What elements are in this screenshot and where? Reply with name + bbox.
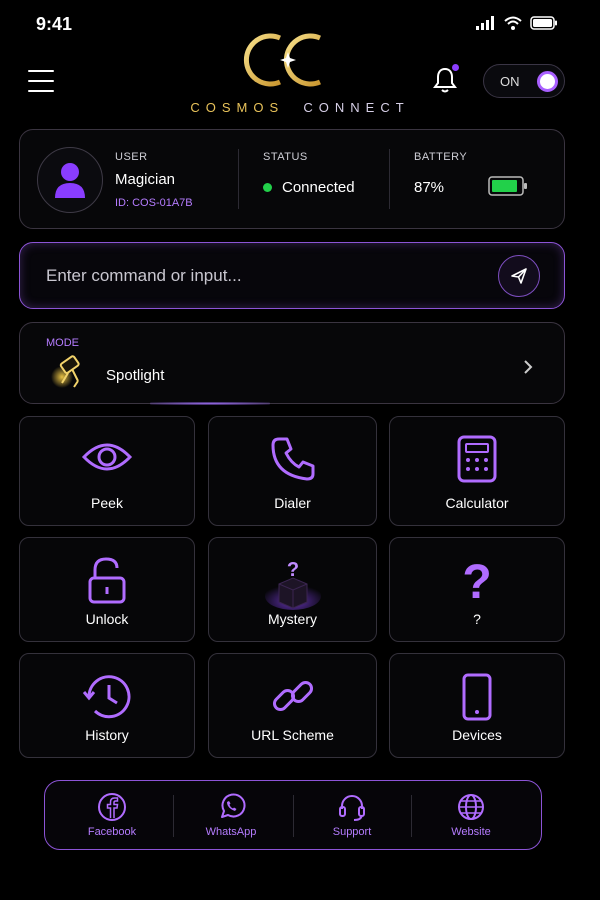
toggle-knob: [537, 71, 558, 92]
nav-label: Website: [451, 826, 491, 838]
brand-word-1: COSMOS: [190, 100, 285, 115]
user-label: USER: [115, 151, 148, 163]
mystery-box-icon: ?: [264, 559, 321, 610]
history-icon: [82, 675, 131, 719]
tile-url-scheme[interactable]: URL Scheme: [208, 653, 377, 758]
tile-label: Dialer: [274, 495, 311, 511]
tile-label: Calculator: [445, 495, 509, 511]
user-id: ID: COS-01A7B: [115, 197, 193, 209]
divider: [173, 795, 174, 837]
eye-icon: [81, 443, 133, 471]
power-toggle[interactable]: ON: [483, 64, 565, 98]
user-icon: [55, 163, 85, 198]
tile-label: URL Scheme: [251, 727, 334, 743]
mode-selector[interactable]: [19, 322, 565, 404]
link-icon: [272, 680, 313, 712]
status-value: Connected: [282, 179, 355, 196]
tile-peek[interactable]: Peek: [19, 416, 195, 526]
avatar: [37, 147, 103, 213]
tile-label: Mystery: [268, 611, 317, 627]
status-dot: [263, 183, 272, 192]
send-icon: [511, 268, 527, 284]
wifi-icon: [504, 16, 522, 30]
tile-unlock[interactable]: Unlock: [19, 537, 195, 642]
facebook-icon: [98, 793, 126, 821]
menu-button[interactable]: [28, 70, 54, 92]
status-label: STATUS: [263, 151, 308, 163]
bottom-nav: Facebook WhatsApp Support Website: [44, 780, 542, 850]
battery-icon: [488, 176, 527, 196]
send-button[interactable]: [498, 255, 540, 297]
nav-website[interactable]: Website: [428, 781, 514, 851]
question-mark-icon: ?: [462, 556, 491, 606]
calculator-icon: [457, 435, 497, 483]
tile-label: Unlock: [85, 611, 129, 627]
status-time: 9:41: [36, 14, 73, 34]
divider: [389, 149, 390, 209]
nav-facebook[interactable]: Facebook: [69, 781, 155, 851]
nav-whatsapp[interactable]: WhatsApp: [188, 781, 274, 851]
brand-word-2: CONNECT: [303, 100, 410, 115]
signal-icon: [476, 16, 494, 30]
tile-label: Devices: [452, 727, 502, 743]
mode-glow: [150, 402, 270, 405]
tile-history[interactable]: History: [19, 653, 195, 758]
nav-label: Facebook: [87, 826, 137, 838]
brand-name: COSMOS CONNECT: [0, 100, 600, 115]
mode-label: MODE: [46, 337, 79, 349]
toggle-label: ON: [500, 74, 520, 89]
tile-devices[interactable]: Devices: [389, 653, 565, 758]
globe-icon: [458, 794, 484, 820]
mode-value: Spotlight: [106, 367, 165, 384]
phone-icon: [271, 437, 314, 481]
tile-dialer[interactable]: Dialer: [208, 416, 377, 526]
svg-text:?: ?: [462, 556, 491, 606]
chevron-right-icon: [524, 360, 533, 374]
tile-mystery[interactable]: ? Mystery: [208, 537, 377, 642]
nav-support[interactable]: Support: [309, 781, 395, 851]
smartphone-icon: [462, 673, 492, 721]
divider: [411, 795, 412, 837]
user-name: Magician: [115, 171, 176, 188]
command-input[interactable]: [46, 263, 476, 289]
tile-calculator[interactable]: Calculator: [389, 416, 565, 526]
tile-label: ?: [473, 611, 481, 627]
svg-text:?: ?: [286, 559, 298, 581]
notification-dot: [452, 64, 459, 71]
nav-label: WhatsApp: [205, 826, 257, 838]
spotlight-icon: [51, 355, 80, 388]
nav-label: Support: [332, 826, 372, 838]
battery-label: BATTERY: [414, 151, 468, 163]
brand-logo: [243, 33, 321, 87]
headset-icon: [339, 795, 365, 821]
whatsapp-icon: [221, 793, 246, 818]
tile-question[interactable]: ? ?: [389, 537, 565, 642]
battery-value: 87%: [414, 179, 445, 196]
divider: [293, 795, 294, 837]
unlock-icon: [88, 557, 126, 604]
battery-status-icon: [530, 16, 557, 30]
status-icons: [476, 16, 558, 30]
divider: [238, 149, 239, 209]
tile-label: Peek: [91, 495, 123, 511]
tile-label: History: [85, 727, 129, 743]
